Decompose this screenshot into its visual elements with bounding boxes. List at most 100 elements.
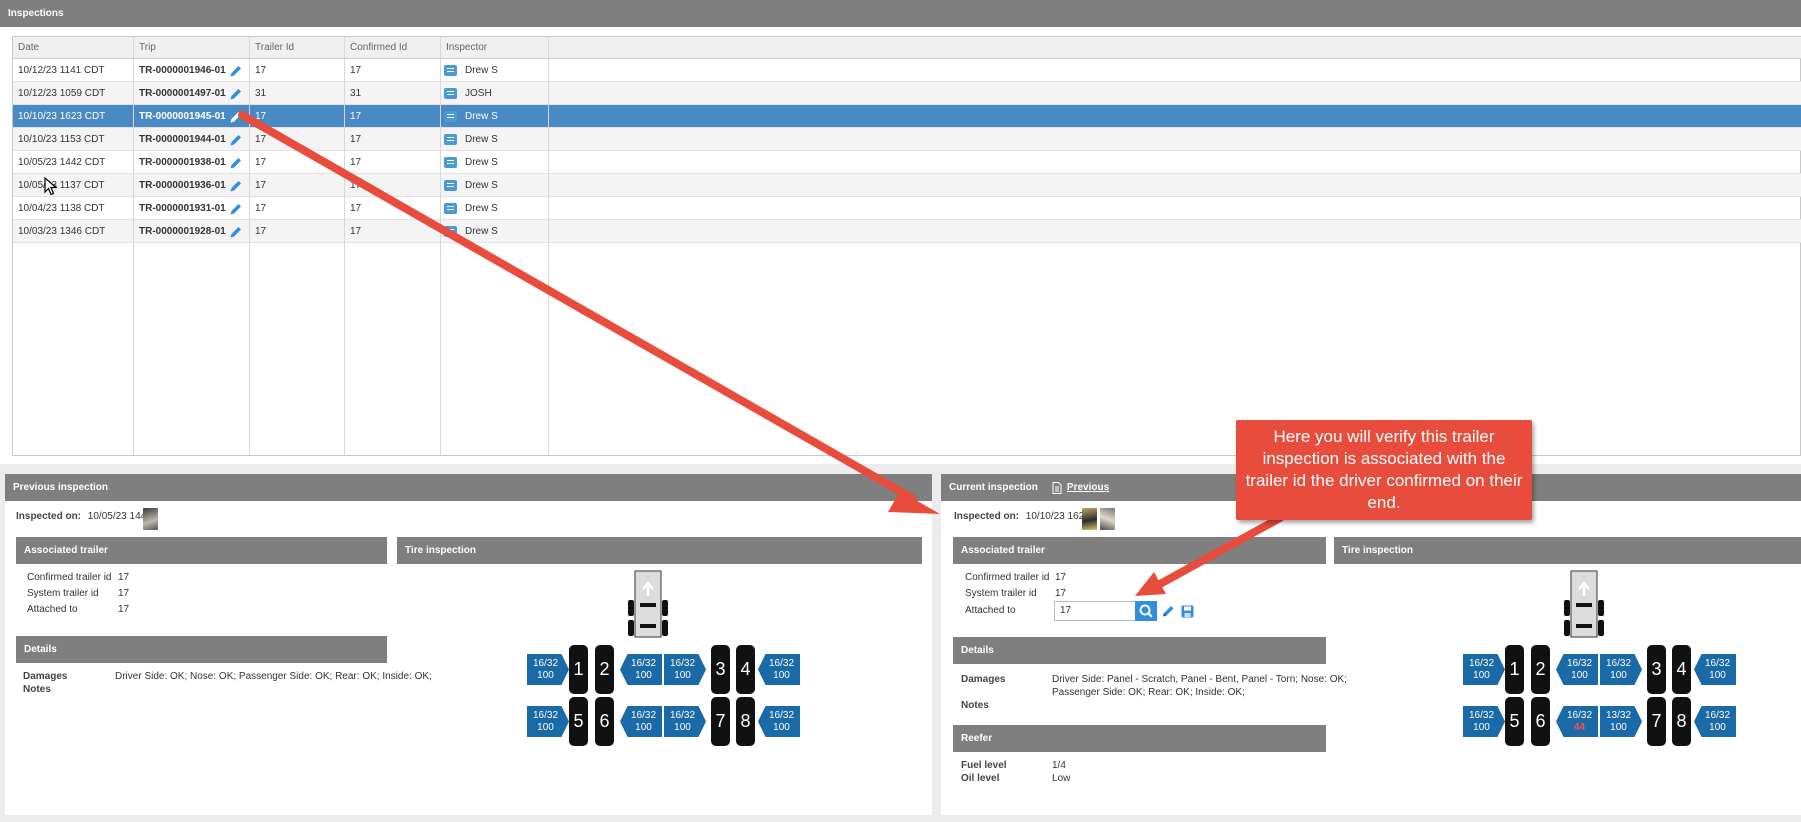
col-header-inspector[interactable]: Inspector [441, 37, 549, 59]
save-icon[interactable] [1181, 605, 1194, 618]
cell-confirmed-id: 17 [350, 157, 362, 168]
tire-3[interactable]: 3 [711, 645, 730, 694]
table-row[interactable]: 10/05/23 1442 CDT TR-0000001938-01 17 17 Dre… [13, 151, 1801, 174]
cell-trip: TR-0000001938-01 [139, 157, 226, 168]
fuel-level-value: 1/4 [1052, 760, 1066, 771]
tire-pressure: 100 [537, 721, 554, 733]
tire-7[interactable]: 7 [1647, 697, 1666, 746]
pencil-icon[interactable] [229, 179, 243, 193]
table-row[interactable]: 10/12/23 1059 CDT TR-0000001497-01 31 31 JOS… [13, 82, 1801, 105]
cell-inspector: Drew S [465, 157, 498, 168]
inspector-badge-icon [444, 180, 457, 191]
tire-reading-3: 16/32 100 [664, 654, 706, 685]
inspections-header: Inspections [0, 0, 1801, 27]
col-header-trip[interactable]: Trip [134, 37, 250, 59]
tire-reading-6: 16/32 44 [1556, 706, 1598, 737]
table-row[interactable]: 10/03/23 1346 CDT TR-0000001928-01 17 17 Dre… [13, 220, 1801, 243]
tread-depth: 16/32 [532, 709, 559, 721]
inspector-badge-icon [444, 134, 457, 145]
tire-2[interactable]: 2 [1531, 645, 1550, 694]
previous-inspection-panel: Previous inspection Inspected on: 10/05/… [5, 474, 932, 815]
attached-to-value: 17 [118, 604, 130, 615]
tire-1[interactable]: 1 [569, 645, 588, 694]
trailer-diagram-icon [628, 570, 668, 638]
tire-1[interactable]: 1 [1505, 645, 1524, 694]
pencil-icon[interactable] [229, 64, 243, 78]
inspection-photo-thumbnail[interactable] [1082, 508, 1097, 530]
system-trailer-label: System trailer id [27, 588, 99, 599]
notes-label: Notes [23, 684, 51, 695]
attached-to-input[interactable]: 17 [1054, 601, 1138, 621]
cell-trip: TR-0000001497-01 [139, 88, 226, 99]
pencil-icon[interactable] [229, 87, 243, 101]
tire-2[interactable]: 2 [595, 645, 614, 694]
tire-6[interactable]: 6 [595, 697, 614, 746]
pencil-icon[interactable] [229, 225, 243, 239]
cell-trailer-id: 17 [255, 203, 267, 214]
cell-confirmed-id: 17 [350, 134, 362, 145]
inspector-badge-icon [444, 111, 457, 122]
table-row[interactable]: 10/05/23 1137 CDT TR-0000001936-01 17 17 Dre… [13, 174, 1801, 197]
tire-5[interactable]: 5 [569, 697, 588, 746]
tire-4[interactable]: 4 [1672, 645, 1691, 694]
tire-pressure: 100 [773, 669, 790, 681]
pencil-icon[interactable] [229, 110, 243, 124]
table-row[interactable]: 10/10/23 1623 CDT TR-0000001945-01 17 17 Dre… [13, 105, 1801, 128]
damages-label: Damages [961, 674, 1006, 685]
tire-8[interactable]: 8 [1672, 697, 1691, 746]
cell-confirmed-id: 17 [350, 226, 362, 237]
tire-4[interactable]: 4 [736, 645, 755, 694]
cell-trailer-id: 17 [255, 111, 267, 122]
col-divider [344, 37, 345, 455]
tire-8[interactable]: 8 [736, 697, 755, 746]
table-row[interactable]: 10/10/23 1153 CDT TR-0000001944-01 17 17 Dre… [13, 128, 1801, 151]
tire-reading-3: 16/32 100 [1600, 654, 1642, 685]
pencil-icon[interactable] [229, 156, 243, 170]
tread-depth: 16/32 [1704, 657, 1731, 669]
cell-inspector: Drew S [465, 203, 498, 214]
search-button[interactable] [1135, 601, 1157, 621]
inspector-badge-icon [444, 88, 457, 99]
tire-pressure: 100 [773, 721, 790, 733]
tire-reading-8: 16/32 100 [758, 706, 800, 737]
search-icon [1139, 604, 1153, 618]
inspection-photo-thumbnail[interactable] [143, 508, 158, 530]
tread-depth: 16/32 [1468, 657, 1495, 669]
pencil-icon[interactable] [229, 133, 243, 147]
tire-pressure: 100 [1709, 721, 1726, 733]
trailer-diagram-icon [1564, 570, 1604, 638]
col-header-date[interactable]: Date [13, 37, 134, 59]
tire-pressure: 100 [674, 669, 691, 681]
cell-inspector: Drew S [465, 111, 498, 122]
tire-7[interactable]: 7 [711, 697, 730, 746]
tire-inspection-header: Tire inspection [1334, 537, 1801, 564]
tread-depth: 16/32 [1566, 709, 1593, 721]
cell-trip: TR-0000001944-01 [139, 134, 226, 145]
col-header-trailer-id[interactable]: Trailer Id [250, 37, 345, 59]
tread-depth: 16/32 [768, 657, 795, 669]
tire-6[interactable]: 6 [1531, 697, 1550, 746]
table-row[interactable]: 10/12/23 1141 CDT TR-0000001946-01 17 17 Dre… [13, 59, 1801, 82]
damages-value-line-2: Passenger Side: OK; Rear: OK; Inside: OK… [1052, 687, 1245, 698]
tread-depth: 16/32 [630, 709, 657, 721]
inspector-badge-icon [444, 226, 457, 237]
previous-link[interactable]: Previous [1067, 482, 1109, 493]
edit-icon[interactable] [1161, 604, 1176, 619]
cell-date: 10/05/23 1442 CDT [18, 157, 106, 168]
inspection-photo-thumbnail[interactable] [1100, 508, 1115, 530]
tread-depth: 16/32 [669, 657, 696, 669]
tire-3[interactable]: 3 [1647, 645, 1666, 694]
col-divider [249, 37, 250, 455]
annotation-callout: Here you will verify this trailer inspec… [1236, 420, 1532, 520]
tread-depth: 16/32 [1704, 709, 1731, 721]
cell-date: 10/10/23 1153 CDT [18, 134, 105, 145]
col-header-confirmed-id[interactable]: Confirmed Id [345, 37, 441, 59]
pencil-icon[interactable] [229, 202, 243, 216]
tire-5[interactable]: 5 [1505, 697, 1524, 746]
cell-trailer-id: 17 [255, 180, 267, 191]
inspected-on-label: Inspected on: [16, 511, 82, 522]
current-inspected-on: Inspected on: 10/10/23 1623 [954, 511, 1090, 522]
tire-reading-2: 16/32 100 [1556, 654, 1598, 685]
table-row[interactable]: 10/04/23 1138 CDT TR-0000001931-01 17 17 Dre… [13, 197, 1801, 220]
damages-value-line-1: Driver Side: Panel - Scratch, Panel - Be… [1052, 674, 1347, 685]
